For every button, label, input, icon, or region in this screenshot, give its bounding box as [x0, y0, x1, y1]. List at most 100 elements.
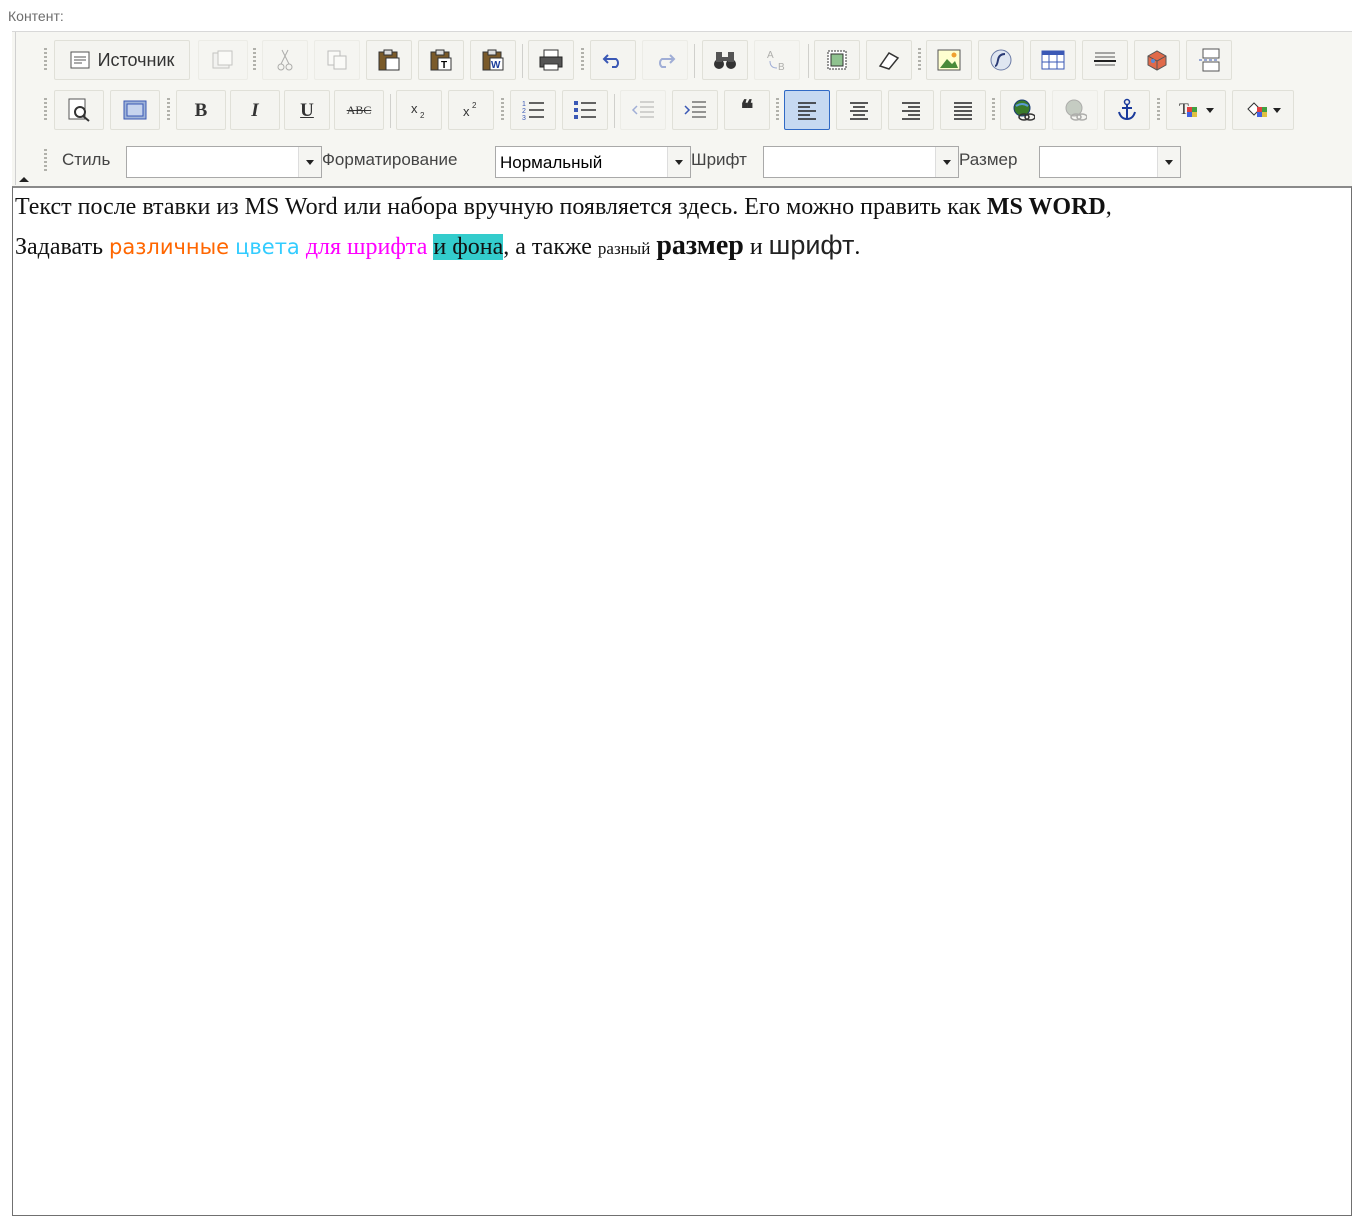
format-label: Форматирование — [322, 150, 458, 169]
redo-icon — [659, 54, 676, 68]
blockquote-button[interactable]: ❝ — [724, 90, 770, 130]
text-color-icon: T — [1179, 101, 1197, 118]
copy-icon — [327, 50, 347, 70]
print-button[interactable] — [528, 40, 574, 80]
source-button[interactable]: Источник — [54, 40, 190, 80]
svg-text:3: 3 — [522, 115, 526, 121]
select-all-button[interactable] — [814, 40, 860, 80]
text-run: Задавать — [15, 234, 110, 260]
toolbar-separator — [694, 44, 695, 78]
flash-button[interactable] — [978, 40, 1024, 80]
rich-text-editor: Источник T W A B B I U ABC x 2 x 2 1 2 3… — [12, 31, 1352, 1216]
chevron-down-icon — [1273, 107, 1281, 113]
align-left-icon — [798, 102, 816, 120]
chevron-down-icon[interactable] — [1157, 147, 1180, 177]
page-break-button[interactable] — [1186, 40, 1232, 80]
indent-button[interactable] — [672, 90, 718, 130]
bold-button[interactable]: B — [176, 90, 226, 130]
copy-button[interactable] — [314, 40, 360, 80]
toolbar-grip — [501, 98, 504, 122]
preview-button[interactable] — [54, 90, 104, 130]
align-center-button[interactable] — [836, 90, 882, 130]
printer-icon — [539, 49, 563, 71]
templates-button[interactable] — [198, 40, 248, 80]
italic-icon: I — [251, 99, 259, 121]
format-select[interactable]: Нормальный — [495, 146, 691, 178]
style-select[interactable] — [126, 146, 322, 178]
anchor-button[interactable] — [1104, 90, 1150, 130]
show-blocks-button[interactable] — [110, 90, 160, 130]
cut-button[interactable] — [262, 40, 308, 80]
redo-button[interactable] — [642, 40, 688, 80]
find-button[interactable] — [702, 40, 748, 80]
smiley-icon — [1147, 50, 1167, 71]
chevron-down-icon[interactable] — [667, 147, 690, 177]
sans-text-run: шрифт — [768, 230, 855, 260]
horizontal-rule-icon — [1094, 52, 1116, 66]
undo-button[interactable] — [590, 40, 636, 80]
paste-text-button[interactable]: T — [418, 40, 464, 80]
unlink-icon — [1065, 99, 1087, 121]
remove-format-button[interactable] — [866, 40, 912, 80]
toolbar-separator — [808, 44, 809, 78]
image-button[interactable] — [926, 40, 972, 80]
svg-text:B: B — [778, 62, 785, 72]
svg-text:T: T — [441, 60, 447, 71]
style-label: Стиль — [62, 150, 111, 169]
toolbar-separator — [390, 94, 391, 128]
horizontal-rule-button[interactable] — [1082, 40, 1128, 80]
text-color-button[interactable]: T — [1166, 90, 1226, 130]
svg-text:x: x — [411, 101, 418, 116]
align-center-icon — [850, 102, 868, 120]
bold-icon: B — [194, 99, 208, 121]
outdent-button[interactable] — [620, 90, 666, 130]
highlighted-text-run: и фона — [433, 234, 504, 260]
svg-text:A: A — [767, 50, 774, 61]
strikethrough-button[interactable]: ABC — [334, 90, 384, 130]
paste-button[interactable] — [366, 40, 412, 80]
orange-text-run: различные — [109, 235, 230, 259]
svg-text:1: 1 — [522, 101, 526, 108]
font-label: Шрифт — [691, 150, 747, 169]
numbered-list-button[interactable]: 123 — [510, 90, 556, 130]
table-button[interactable] — [1030, 40, 1076, 80]
toolbar-row-1: Источник T W A B — [12, 40, 1352, 84]
show-blocks-icon — [123, 100, 147, 120]
replace-button[interactable]: AB — [754, 40, 800, 80]
font-select[interactable] — [763, 146, 959, 178]
toolbar-grip — [253, 48, 256, 72]
toolbar-separator — [614, 94, 615, 128]
replace-icon: AB — [767, 50, 785, 72]
editor-content-area[interactable]: Текст после втавки из MS Word или набора… — [12, 186, 1352, 1216]
svg-text:x: x — [463, 104, 470, 119]
content-line-2: Задавать различные цвета для шрифта и фо… — [13, 226, 1351, 268]
size-select[interactable] — [1039, 146, 1181, 178]
toolbar-grip — [581, 48, 584, 72]
quote-icon: ❝ — [740, 96, 754, 123]
chevron-down-icon[interactable] — [298, 147, 321, 177]
justify-button[interactable] — [940, 90, 986, 130]
subscript-button[interactable]: x2 — [396, 90, 442, 130]
templates-icon — [212, 50, 233, 69]
paste-word-button[interactable]: W — [470, 40, 516, 80]
bulleted-list-button[interactable] — [562, 90, 608, 130]
align-left-button[interactable] — [784, 90, 830, 130]
smiley-button[interactable] — [1134, 40, 1180, 80]
italic-button[interactable]: I — [230, 90, 280, 130]
toolbar-grip — [992, 98, 995, 122]
page-break-icon — [1199, 48, 1220, 72]
eraser-icon — [878, 52, 900, 70]
text-run: и — [743, 234, 769, 260]
unlink-button[interactable] — [1052, 90, 1098, 130]
background-color-button[interactable] — [1232, 90, 1294, 130]
outdent-icon — [631, 101, 654, 118]
align-right-button[interactable] — [888, 90, 934, 130]
superscript-button[interactable]: x2 — [448, 90, 494, 130]
underline-button[interactable]: U — [284, 90, 330, 130]
link-button[interactable] — [1000, 90, 1046, 130]
text-run: , — [1105, 194, 1112, 220]
underline-icon: U — [300, 99, 314, 121]
svg-text:2: 2 — [420, 111, 425, 120]
content-line-1: Текст после втавки из MS Word или набора… — [13, 188, 1351, 226]
chevron-down-icon[interactable] — [935, 147, 958, 177]
